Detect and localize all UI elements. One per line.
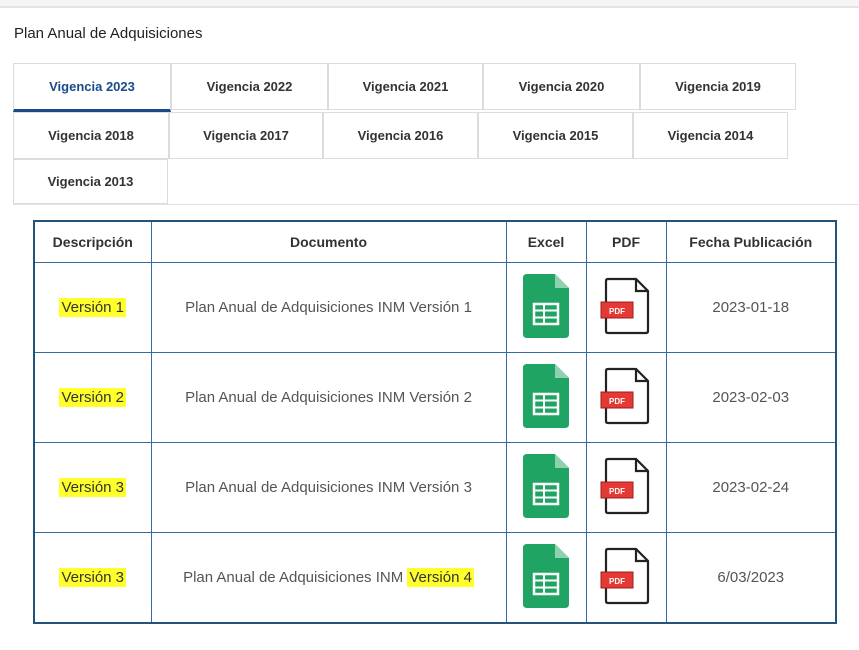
documento-highlight: Versión 4: [407, 568, 474, 587]
tabs-divider: [13, 204, 858, 205]
section-title: Plan Anual de Adquisiciones: [14, 25, 203, 42]
descripcion-text: Versión 3: [59, 568, 127, 587]
fecha-text: 2023-02-24: [712, 479, 790, 496]
tab-vigencia-2014[interactable]: Vigencia 2014: [633, 112, 788, 159]
pdf-cell: PDF: [585, 532, 667, 624]
fecha-cell: 2023-01-18: [665, 262, 837, 353]
pdf-download-link[interactable]: PDF: [600, 367, 652, 425]
descripcion-text: Versión 3: [59, 478, 127, 497]
tab-vigencia-2019[interactable]: Vigencia 2019: [640, 63, 796, 110]
documento-text: Plan Anual de Adquisiciones INM Versión …: [185, 389, 472, 406]
excel-cell: [505, 442, 587, 533]
table-row: Versión 1 Plan Anual de Adquisiciones IN…: [33, 262, 837, 353]
excel-download-link[interactable]: [523, 273, 569, 338]
fecha-text: 2023-01-18: [712, 299, 790, 316]
tab-vigencia-2015[interactable]: Vigencia 2015: [478, 112, 633, 159]
pdf-badge-text: PDF: [609, 307, 625, 316]
documento-text: Plan Anual de Adquisiciones INM Versión …: [185, 479, 472, 496]
page: Plan Anual de Adquisiciones Vigencia 202…: [0, 0, 859, 650]
pdf-download-link[interactable]: PDF: [600, 277, 652, 335]
documento-text: Plan Anual de Adquisiciones INM Versión …: [185, 299, 472, 316]
pdf-file-icon: PDF: [600, 367, 650, 424]
pdf-download-link[interactable]: PDF: [600, 457, 652, 515]
pdf-download-link[interactable]: PDF: [600, 547, 652, 605]
tab-vigencia-2017[interactable]: Vigencia 2017: [169, 112, 323, 159]
table-row: Versión 3 Plan Anual de Adquisiciones IN…: [33, 442, 837, 533]
descripcion-text: Versión 1: [59, 298, 127, 317]
table-row: Versión 2 Plan Anual de Adquisiciones IN…: [33, 352, 837, 443]
header-fecha-publicacion: Fecha Publicación: [665, 220, 837, 263]
header-descripcion: Descripción: [33, 220, 152, 263]
documento-text: Plan Anual de Adquisiciones INM: [183, 569, 408, 586]
excel-download-link[interactable]: [523, 453, 569, 518]
tab-vigencia-2022[interactable]: Vigencia 2022: [171, 63, 328, 110]
google-sheets-icon: [523, 363, 569, 428]
excel-download-link[interactable]: [523, 543, 569, 608]
documento-cell: Plan Anual de Adquisiciones INM Versión …: [150, 262, 507, 353]
documento-cell: Plan Anual de Adquisiciones INM Versión …: [150, 532, 507, 624]
pdf-badge-text: PDF: [609, 397, 625, 406]
excel-cell: [505, 262, 587, 353]
tab-vigencia-2013[interactable]: Vigencia 2013: [13, 159, 168, 204]
pdf-file-icon: PDF: [600, 547, 650, 604]
pdf-badge-text: PDF: [609, 487, 625, 496]
documento-cell: Plan Anual de Adquisiciones INM Versión …: [150, 442, 507, 533]
header-excel: Excel: [505, 220, 587, 263]
fecha-cell: 2023-02-24: [665, 442, 837, 533]
fecha-cell: 2023-02-03: [665, 352, 837, 443]
fecha-cell: 6/03/2023: [665, 532, 837, 624]
descripcion-cell: Versión 1: [33, 262, 152, 353]
google-sheets-icon: [523, 453, 569, 518]
header-documento: Documento: [150, 220, 507, 263]
tab-vigencia-2018[interactable]: Vigencia 2018: [13, 112, 169, 159]
descripcion-text: Versión 2: [59, 388, 127, 407]
google-sheets-icon: [523, 543, 569, 608]
fecha-text: 2023-02-03: [712, 389, 790, 406]
tab-vigencia-2023[interactable]: Vigencia 2023: [13, 63, 171, 112]
pdf-cell: PDF: [585, 352, 667, 443]
pdf-cell: PDF: [585, 442, 667, 533]
pdf-cell: PDF: [585, 262, 667, 353]
descripcion-cell: Versión 3: [33, 532, 152, 624]
pdf-file-icon: PDF: [600, 457, 650, 514]
panel-top-border: [0, 6, 859, 8]
header-pdf: PDF: [585, 220, 667, 263]
fecha-text: 6/03/2023: [717, 569, 785, 586]
excel-cell: [505, 352, 587, 443]
pdf-file-icon: PDF: [600, 277, 650, 334]
table-row: Versión 3 Plan Anual de Adquisiciones IN…: [33, 532, 837, 624]
excel-download-link[interactable]: [523, 363, 569, 428]
descripcion-cell: Versión 2: [33, 352, 152, 443]
table-header-row: Descripción Documento Excel PDF Fecha Pu…: [33, 220, 837, 263]
tab-vigencia-2021[interactable]: Vigencia 2021: [328, 63, 483, 110]
descripcion-cell: Versión 3: [33, 442, 152, 533]
google-sheets-icon: [523, 273, 569, 338]
excel-cell: [505, 532, 587, 624]
documents-table: Descripción Documento Excel PDF Fecha Pu…: [33, 220, 837, 624]
pdf-badge-text: PDF: [609, 577, 625, 586]
documento-cell: Plan Anual de Adquisiciones INM Versión …: [150, 352, 507, 443]
tab-vigencia-2016[interactable]: Vigencia 2016: [323, 112, 478, 159]
tab-vigencia-2020[interactable]: Vigencia 2020: [483, 63, 640, 110]
